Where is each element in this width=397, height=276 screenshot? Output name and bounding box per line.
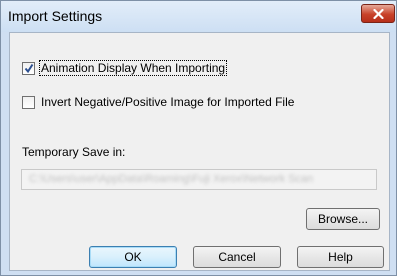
help-button[interactable]: Help [297,246,384,268]
ok-button[interactable]: OK [89,246,177,268]
import-settings-dialog: Import Settings Animation Display When I… [0,0,397,276]
invert-image-checkbox[interactable] [22,96,35,109]
title-bar[interactable]: Import Settings [1,1,396,32]
temporary-save-label: Temporary Save in: [22,145,126,159]
temporary-save-path-value: C:\Users\user\AppData\Roaming\Fuji Xerox… [29,173,314,185]
dialog-title: Import Settings [8,8,103,24]
dialog-body: Animation Display When Importing Invert … [9,32,390,271]
close-icon [373,9,384,19]
check-mark-icon [24,63,34,74]
animation-display-checkbox[interactable] [22,62,35,75]
invert-image-label: Invert Negative/Positive Image for Impor… [41,95,295,109]
temporary-save-path-field[interactable]: C:\Users\user\AppData\Roaming\Fuji Xerox… [21,169,377,190]
close-button[interactable] [361,4,395,23]
browse-button[interactable]: Browse... [306,208,380,230]
animation-display-label: Animation Display When Importing [38,60,228,76]
cancel-button[interactable]: Cancel [193,246,281,268]
